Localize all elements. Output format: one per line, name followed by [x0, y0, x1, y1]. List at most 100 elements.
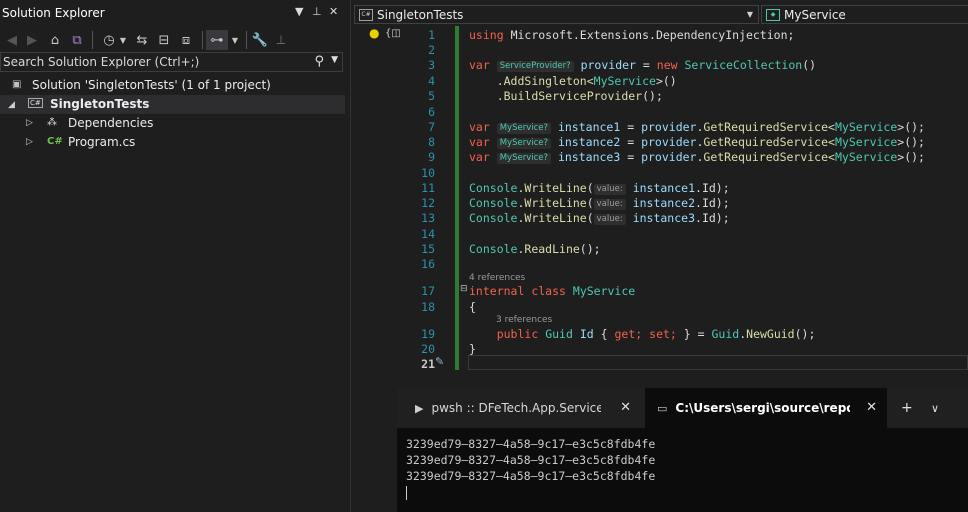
- line-number: 15: [421, 242, 435, 256]
- sync-icon[interactable]: ⇆: [133, 30, 151, 50]
- forward-icon[interactable]: ▶: [24, 30, 40, 50]
- line-number: 1: [428, 28, 435, 42]
- terminal-cursor: [406, 486, 407, 500]
- line-number: 19: [421, 327, 435, 341]
- tree-item-project[interactable]: ◢ C# SingletonTests: [0, 95, 345, 114]
- line-number: 20: [421, 342, 435, 356]
- chevron-down-icon[interactable]: ∨: [931, 402, 939, 415]
- toolbar-separator: [92, 31, 93, 49]
- command-prompt-icon: ▭: [657, 401, 668, 415]
- inlay-hint: MyService?: [496, 123, 552, 134]
- tree-item-program[interactable]: ▷ C# Program.cs: [0, 133, 345, 152]
- pending-changes-icon[interactable]: ⟂: [272, 30, 290, 50]
- preview-selected-icon[interactable]: ⊶: [206, 30, 228, 50]
- code-line: var MyService? instance2 = provider.GetR…: [469, 135, 925, 149]
- terminal-output-line: 3239ed79–8327–4a58–9c17–e3c5c8fdb4fe: [406, 453, 656, 467]
- line-number: 12: [421, 196, 435, 210]
- collapse-all-icon[interactable]: ⊟: [155, 30, 173, 50]
- filter-dropdown-icon[interactable]: ▼: [230, 30, 240, 50]
- code-line: Console.WriteLine(value: instance3.Id);: [469, 211, 730, 225]
- inlay-hint: value:: [593, 199, 626, 210]
- line-number: 8: [428, 135, 435, 149]
- codelens-references[interactable]: 4 references: [469, 273, 525, 283]
- terminal-tab-cmd[interactable]: ▭ C:\Users\sergi\source\repos\F ✕: [645, 388, 887, 428]
- project-dropdown[interactable]: C# SingletonTests ▼: [354, 5, 759, 24]
- code-line: {: [469, 300, 476, 314]
- inlay-hint: value:: [593, 184, 626, 195]
- back-icon[interactable]: ◀: [4, 30, 20, 50]
- inlay-hint: MyService?: [496, 138, 552, 149]
- solution-explorer-titlebar: Solution Explorer ▼ ⊥ ✕: [0, 0, 345, 28]
- tree-item-solution[interactable]: ▣ Solution 'SingletonTests' (1 of 1 proj…: [0, 76, 345, 95]
- line-number: 2: [428, 43, 435, 57]
- member-dropdown[interactable]: ◆ MyService: [761, 5, 968, 24]
- code-line: Console.ReadLine();: [469, 242, 601, 256]
- code-line: }: [469, 342, 476, 356]
- code-line: public Guid Id { get; set; } = Guid.NewG…: [496, 327, 816, 341]
- csharp-file-icon: C#: [47, 136, 63, 147]
- solution-explorer-search[interactable]: ⚲ ▼: [0, 52, 343, 72]
- line-number: 16: [421, 257, 435, 271]
- code-line: using Microsoft.Extensions.DependencyInj…: [469, 28, 795, 42]
- line-number: 13: [421, 211, 435, 225]
- expand-chevron-icon[interactable]: ▷: [26, 118, 33, 128]
- close-icon[interactable]: ✕: [866, 400, 877, 415]
- code-line: var ServiceProvider? provider = new Serv…: [469, 58, 817, 72]
- line-number: 4: [428, 74, 435, 88]
- navigation-bar: C# SingletonTests ▼ ◆ MyService: [351, 5, 968, 26]
- dependencies-icon: ⁂: [47, 117, 57, 128]
- line-number: 14: [421, 227, 435, 241]
- terminal-window: ▶ pwsh :: DFeTech.App.ServiceIn ✕ ▭ C:\U…: [397, 388, 968, 512]
- properties-wrench-icon[interactable]: 🔧: [251, 30, 269, 50]
- chevron-down-icon: ▼: [746, 10, 753, 19]
- codelens-references[interactable]: 3 references: [496, 315, 552, 325]
- inlay-hint: value:: [593, 214, 626, 225]
- class-icon: ◆: [766, 8, 780, 21]
- collapse-chevron-icon[interactable]: ◢: [8, 100, 15, 110]
- show-all-files-icon[interactable]: ⧈: [177, 30, 195, 50]
- toolbar-separator: [246, 31, 247, 49]
- terminal-tab-bar: ▶ pwsh :: DFeTech.App.ServiceIn ✕ ▭ C:\U…: [397, 388, 968, 428]
- window-position-dropdown-icon[interactable]: ▼: [295, 5, 303, 18]
- line-number: 21: [421, 357, 435, 371]
- line-number: 7: [428, 120, 435, 134]
- switch-views-icon[interactable]: ⧉: [68, 30, 86, 50]
- new-tab-icon[interactable]: +: [901, 400, 913, 416]
- powershell-icon: ▶: [415, 401, 424, 415]
- csharp-project-icon: C#: [28, 98, 43, 108]
- expand-chevron-icon[interactable]: ▷: [26, 137, 33, 147]
- code-line: Console.WriteLine(value: instance1.Id);: [469, 181, 730, 195]
- line-number: 10: [421, 166, 435, 180]
- history-dropdown-icon[interactable]: ▼: [118, 30, 128, 50]
- history-icon[interactable]: ◷: [100, 30, 118, 50]
- code-line: .AddSingleton<MyService>(): [496, 74, 677, 88]
- solution-icon: ▣: [12, 79, 22, 90]
- search-icon[interactable]: ⚲: [314, 54, 324, 69]
- close-icon[interactable]: ✕: [329, 5, 338, 18]
- line-number: 6: [428, 105, 435, 119]
- inlay-hint: MyService?: [496, 153, 552, 164]
- line-number: 3: [428, 58, 435, 72]
- terminal-tab-pwsh[interactable]: ▶ pwsh :: DFeTech.App.ServiceIn ✕: [405, 388, 641, 428]
- terminal-output-line: 3239ed79–8327–4a58–9c17–e3c5c8fdb4fe: [406, 469, 656, 483]
- pin-icon[interactable]: ⊥: [312, 5, 322, 18]
- line-number: 18: [421, 300, 435, 314]
- code-area[interactable]: 1 2 3 4 5 6 7 8 9 10 11 12 13 14 15 16 1…: [351, 26, 968, 376]
- code-line: var MyService? instance3 = provider.GetR…: [469, 150, 925, 164]
- terminal-output-line: 3239ed79–8327–4a58–9c17–e3c5c8fdb4fe: [406, 437, 656, 451]
- inlay-hint: ServiceProvider?: [496, 61, 574, 72]
- csharp-project-icon: C#: [359, 8, 373, 21]
- home-icon[interactable]: ⌂: [46, 30, 64, 50]
- line-number: 5: [428, 89, 435, 103]
- close-icon[interactable]: ✕: [620, 400, 631, 415]
- tree-item-dependencies[interactable]: ▷ ⁂ Dependencies: [0, 114, 345, 133]
- search-input[interactable]: [3, 54, 303, 70]
- search-options-dropdown-icon[interactable]: ▼: [331, 55, 338, 65]
- collapse-region-icon[interactable]: ⊟: [460, 284, 468, 294]
- code-line: Console.WriteLine(value: instance2.Id);: [469, 196, 730, 210]
- code-line: .BuildServiceProvider();: [496, 89, 663, 103]
- line-number: 11: [421, 181, 435, 195]
- code-line: var MyService? instance1 = provider.GetR…: [469, 120, 925, 134]
- solution-explorer-panel: Solution Explorer ▼ ⊥ ✕ ◀ ▶ ⌂ ⧉ ◷ ▼ ⇆ ⊟ …: [0, 0, 345, 512]
- line-number: 9: [428, 150, 435, 164]
